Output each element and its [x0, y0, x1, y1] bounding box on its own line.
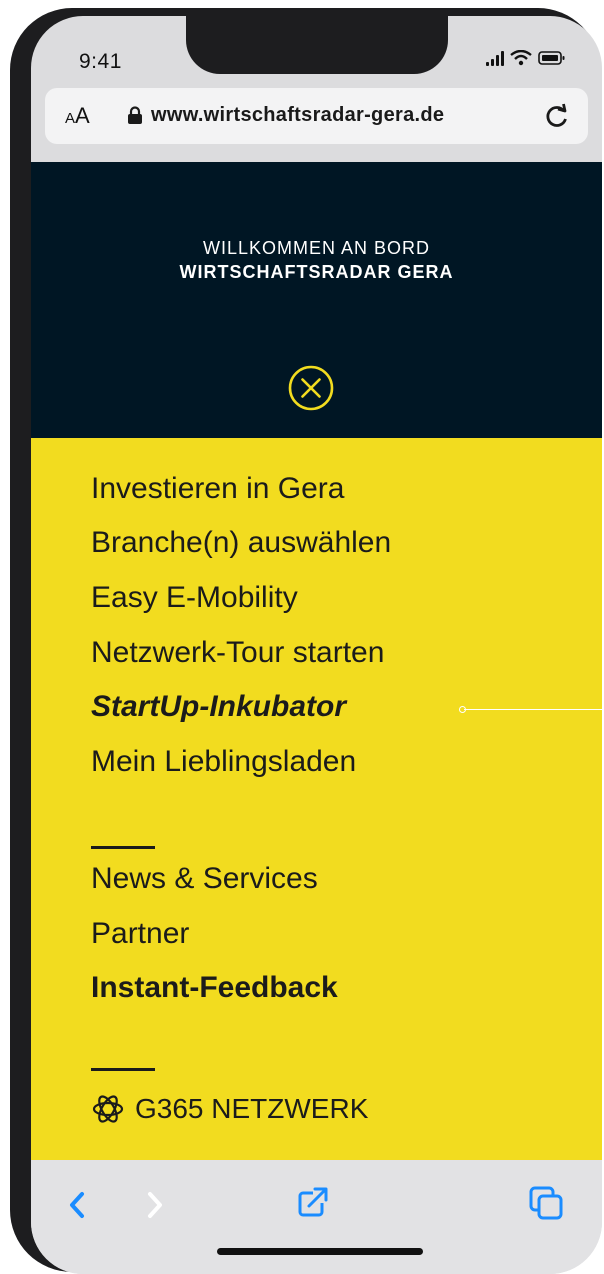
signal-icon [486, 50, 504, 66]
notch [186, 16, 448, 74]
close-circle-icon[interactable] [287, 364, 335, 412]
reload-icon[interactable] [544, 102, 570, 130]
phone-frame: 9:41 AA www.wirtschaftsradar-gera.de WIL… [10, 8, 602, 1274]
menu-item-netzwerk-tour[interactable]: Netzwerk-Tour starten [91, 636, 384, 670]
battery-icon [538, 51, 565, 65]
menu-item-lieblingsladen[interactable]: Mein Lieblingsladen [91, 745, 356, 779]
status-icons [486, 50, 566, 66]
screen: 9:41 AA www.wirtschaftsradar-gera.de WIL… [31, 16, 602, 1274]
menu-item-instant-feedback[interactable]: Instant-Feedback [91, 971, 338, 1005]
nav-menu: Investieren in Gera Branche(n) auswählen… [31, 438, 602, 1160]
share-icon[interactable] [295, 1184, 331, 1220]
g365-network-label: G365 NETZWERK [135, 1093, 369, 1124]
browser-toolbar [31, 1160, 602, 1274]
callout-line [464, 709, 602, 710]
menu-item-partner[interactable]: Partner [91, 917, 189, 951]
hero-welcome: WILLKOMMEN AN BORD [202, 238, 431, 258]
wifi-icon [510, 50, 532, 66]
menu-item-e-mobility[interactable]: Easy E-Mobility [91, 581, 298, 615]
lock-icon [128, 106, 142, 124]
status-time: 9:41 [79, 50, 122, 73]
home-indicator [217, 1248, 423, 1255]
menu-item-branchen[interactable]: Branche(n) auswählen [91, 526, 391, 560]
atom-icon [92, 1095, 124, 1123]
g365-network-link[interactable]: G365 NETZWERK [91, 1092, 368, 1126]
back-chevron-icon[interactable] [67, 1190, 87, 1220]
address-bar[interactable]: AA www.wirtschaftsradar-gera.de [45, 88, 588, 144]
url-display[interactable]: www.wirtschaftsradar-gera.de [127, 104, 444, 127]
menu-divider [91, 1068, 155, 1071]
tabs-icon[interactable] [529, 1186, 565, 1222]
menu-item-startup-inkubator[interactable]: StartUp-Inkubator [91, 690, 346, 724]
forward-chevron-icon[interactable] [145, 1190, 165, 1220]
url-text: www.wirtschaftsradar-gera.de [151, 104, 445, 126]
reader-text-size-button[interactable]: AA [65, 103, 90, 129]
menu-item-news-services[interactable]: News & Services [91, 862, 318, 896]
menu-divider [91, 846, 155, 849]
hero-header: WILLKOMMEN AN BORD WIRTSCHAFTSRADAR GERA [31, 162, 602, 438]
hero-title: WIRTSCHAFTSRADAR GERA [179, 262, 454, 282]
menu-item-investieren[interactable]: Investieren in Gera [91, 472, 344, 506]
